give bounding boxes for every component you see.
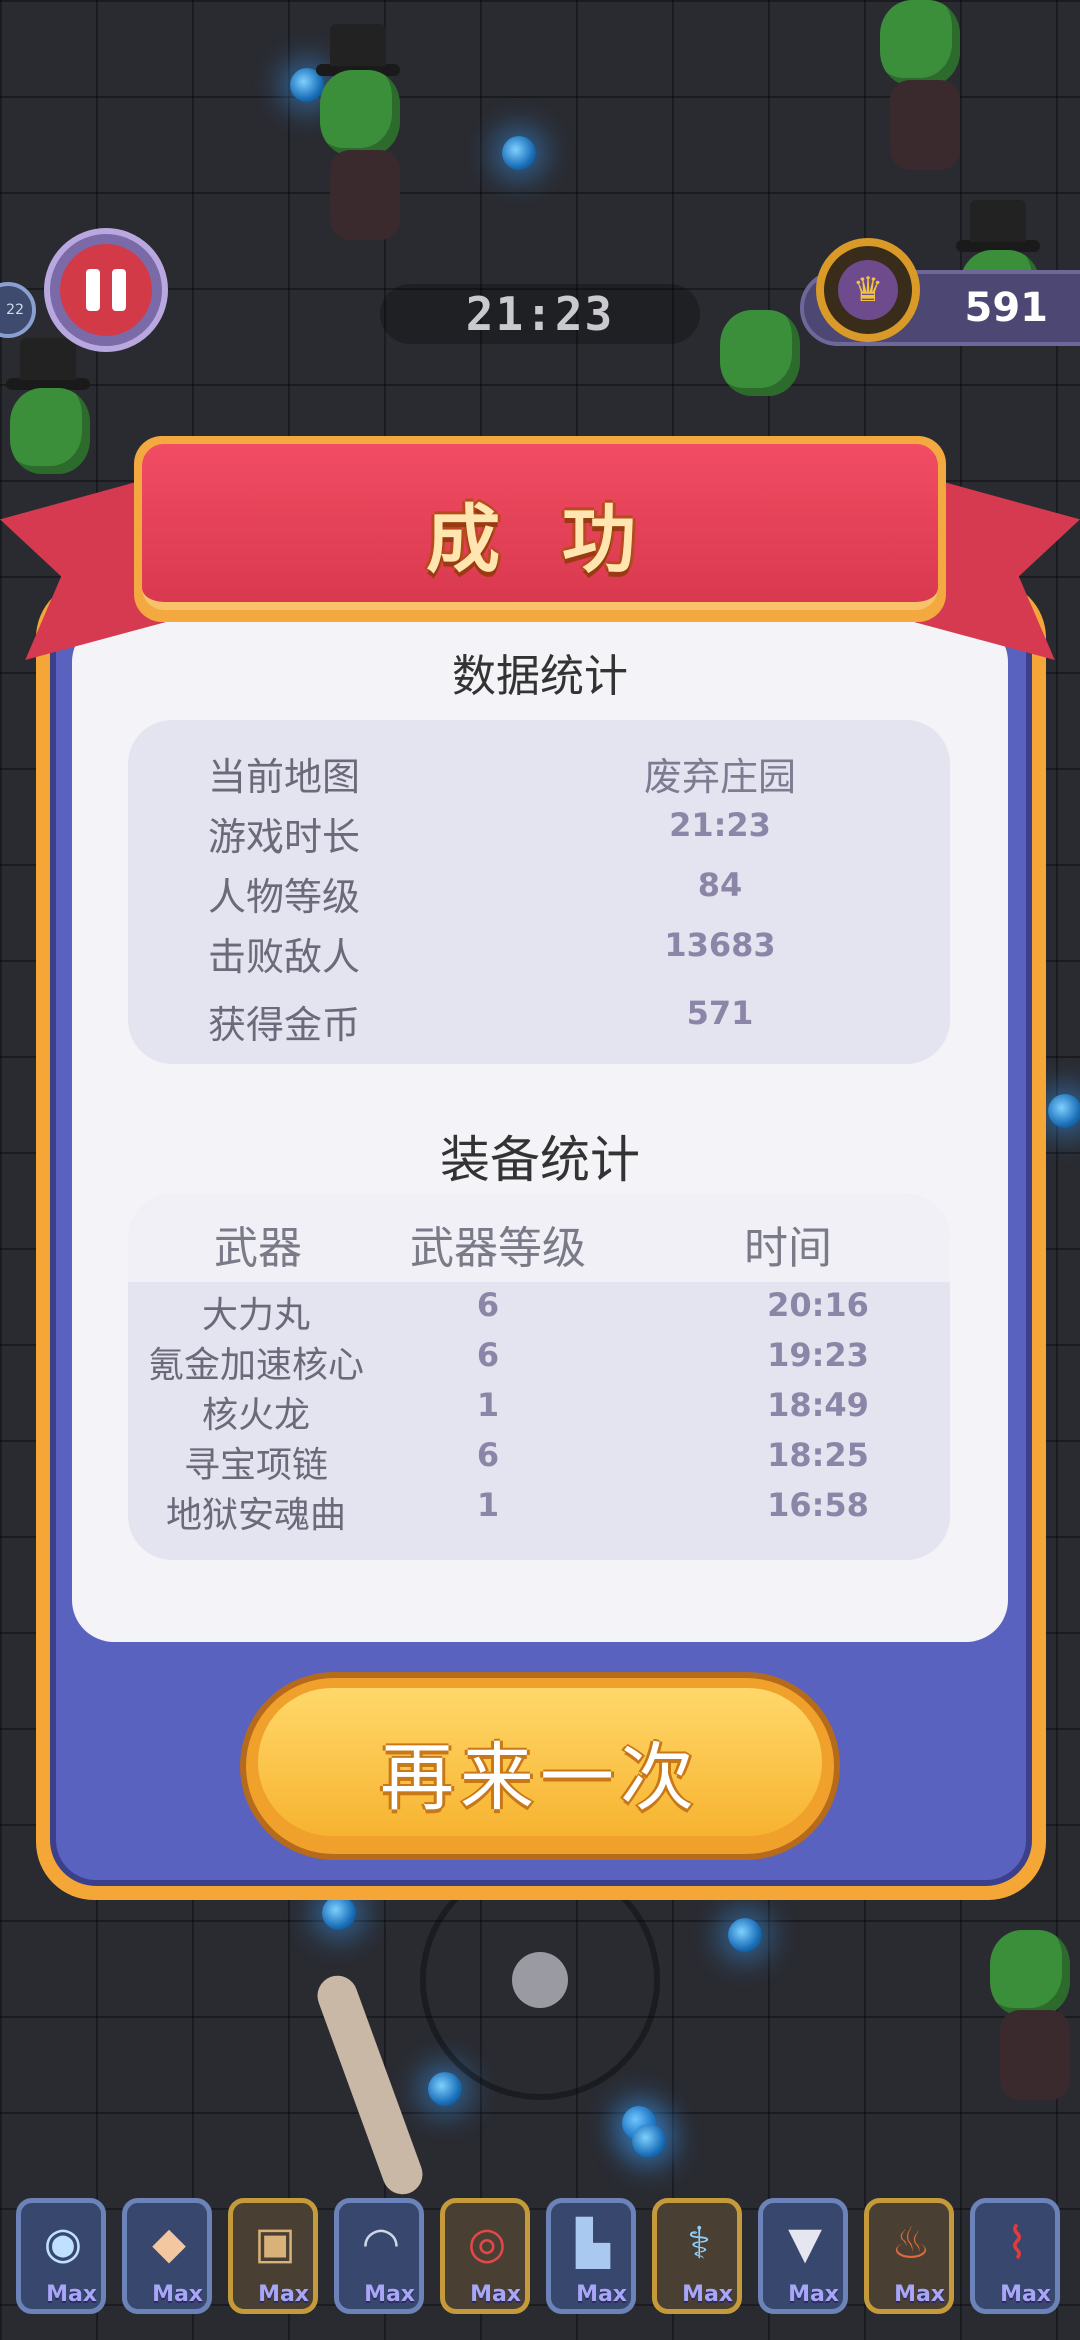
max-label: Max <box>682 2282 733 2307</box>
stats-row: 获得金币 571 <box>208 994 890 1052</box>
equip-level: 1 <box>476 1486 500 1524</box>
gold-armor-icon: ▣ <box>254 2218 296 2269</box>
equipped-items-bar: ◉ Max ◆ Max ▣ Max ◠ Max ◎ Max ▙ Max ⚕ Ma… <box>16 2198 1068 2322</box>
equip-level: 6 <box>476 1336 500 1374</box>
stat-label: 人物等级 <box>208 875 361 919</box>
equipment-row: 大力丸 6 20:16 <box>128 1286 950 1336</box>
item-slot[interactable]: ⚕ Max <box>652 2198 742 2314</box>
equip-time: 18:25 <box>767 1436 869 1474</box>
equip-name: 氪金加速核心 <box>147 1345 364 1386</box>
equip-name: 寻宝项链 <box>183 1445 328 1486</box>
stat-value: 废弃庄园 <box>643 755 796 799</box>
xp-orb <box>728 1918 762 1952</box>
stat-label: 获得金币 <box>208 1003 361 1047</box>
equip-level: 6 <box>476 1286 500 1324</box>
equipment-row: 地狱安魂曲 1 16:58 <box>128 1486 950 1536</box>
equip-level: 6 <box>476 1436 500 1474</box>
stat-value: 84 <box>697 866 743 904</box>
max-label: Max <box>152 2282 203 2307</box>
equip-time: 16:58 <box>767 1486 869 1524</box>
xp-orb <box>502 136 536 170</box>
xp-orb <box>632 2124 666 2158</box>
item-slot[interactable]: ⌇ Max <box>970 2198 1060 2314</box>
stat-label: 击败敌人 <box>208 935 361 979</box>
equipment-header: 武器 武器等级 时间 <box>128 1194 950 1282</box>
item-slot[interactable]: ◎ Max <box>440 2198 530 2314</box>
wand-icon: ⚕ <box>687 2218 711 2269</box>
equip-name: 大力丸 <box>201 1295 310 1336</box>
crown-icon: ♛ <box>816 238 920 342</box>
equip-level: 1 <box>476 1386 500 1424</box>
boot-icon: ▙ <box>576 2218 610 2269</box>
joystick-knob[interactable] <box>512 1952 568 2008</box>
stat-label: 游戏时长 <box>208 815 361 859</box>
game-timer: 21:23 <box>380 284 700 344</box>
max-label: Max <box>1000 2282 1051 2307</box>
crystal-icon: ◆ <box>152 2218 186 2269</box>
max-label: Max <box>576 2282 627 2307</box>
torch-icon: ♨ <box>891 2218 931 2269</box>
equip-name: 地狱安魂曲 <box>165 1495 346 1536</box>
pause-button[interactable] <box>44 228 168 352</box>
xp-orb <box>428 2072 462 2106</box>
item-slot[interactable]: ◉ Max <box>16 2198 106 2314</box>
stats-row: 击败敌人 13683 <box>208 926 890 984</box>
equipment-row: 核火龙 1 18:49 <box>128 1386 950 1436</box>
max-label: Max <box>470 2282 521 2307</box>
blue-orb-icon: ◉ <box>43 2218 83 2269</box>
equip-time: 19:23 <box>767 1336 869 1374</box>
max-label: Max <box>364 2282 415 2307</box>
xp-orb <box>322 1896 356 1930</box>
item-slot[interactable]: ▙ Max <box>546 2198 636 2314</box>
col-weapon: 武器 <box>214 1223 302 1274</box>
col-time: 时间 <box>744 1223 832 1274</box>
play-again-label: 再来一次 <box>380 1735 700 1821</box>
pause-icon <box>60 244 152 336</box>
helmet-icon: ◠ <box>361 2218 401 2269</box>
equip-time: 18:49 <box>767 1386 869 1424</box>
item-slot[interactable]: ▼ Max <box>758 2198 848 2314</box>
equip-name: 核火龙 <box>201 1395 310 1436</box>
max-label: Max <box>894 2282 945 2307</box>
equip-time: 20:16 <box>767 1286 869 1324</box>
max-label: Max <box>788 2282 839 2307</box>
red-ring-icon: ◎ <box>467 2218 507 2269</box>
title-ribbon: 成 功 <box>134 436 946 622</box>
stats-row: 当前地图 废弃庄园 <box>208 746 890 804</box>
coin-value: 591 <box>964 285 1049 331</box>
item-slot[interactable]: ◠ Max <box>334 2198 424 2314</box>
item-slot[interactable]: ▣ Max <box>228 2198 318 2314</box>
stat-value: 21:23 <box>669 806 771 844</box>
equipment-row: 氪金加速核心 6 19:23 <box>128 1336 950 1386</box>
wings-icon: ▼ <box>788 2218 822 2269</box>
max-label: Max <box>258 2282 309 2307</box>
equipment-title: 装备统计 <box>440 1131 640 1189</box>
stat-value: 571 <box>686 994 754 1032</box>
max-label: Max <box>46 2282 97 2307</box>
item-slot[interactable]: ♨ Max <box>864 2198 954 2314</box>
item-slot[interactable]: ◆ Max <box>122 2198 212 2314</box>
stats-row: 游戏时长 21:23 <box>208 806 890 864</box>
stats-row: 人物等级 84 <box>208 866 890 924</box>
stat-label: 当前地图 <box>208 755 361 799</box>
stats-title: 数据统计 <box>452 651 628 702</box>
dialog-title: 成 功 <box>426 497 654 583</box>
chili-icon: ⌇ <box>1006 2218 1028 2269</box>
col-weapon-level: 武器等级 <box>410 1223 586 1274</box>
stats-panel: 当前地图 废弃庄园 游戏时长 21:23 人物等级 84 击败敌人 13683 … <box>128 720 950 1064</box>
play-again-button[interactable]: 再来一次 <box>240 1672 840 1860</box>
equipment-row: 寻宝项链 6 18:25 <box>128 1436 950 1486</box>
stat-value: 13683 <box>664 926 776 964</box>
